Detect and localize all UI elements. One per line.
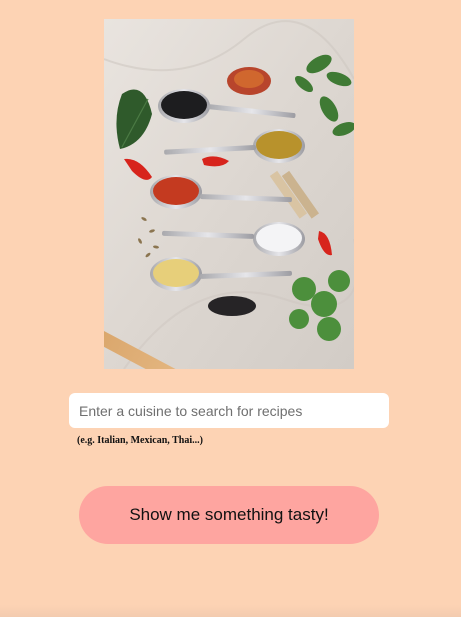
show-tasty-button[interactable]: Show me something tasty! — [79, 486, 379, 544]
cuisine-search-input[interactable] — [69, 393, 389, 428]
page-footer-shade — [0, 605, 461, 617]
search-hint: (e.g. Italian, Mexican, Thai...) — [77, 435, 203, 446]
recipe-search-page: (e.g. Italian, Mexican, Thai...) Show me… — [0, 0, 461, 617]
spices-hero-image — [104, 19, 354, 369]
